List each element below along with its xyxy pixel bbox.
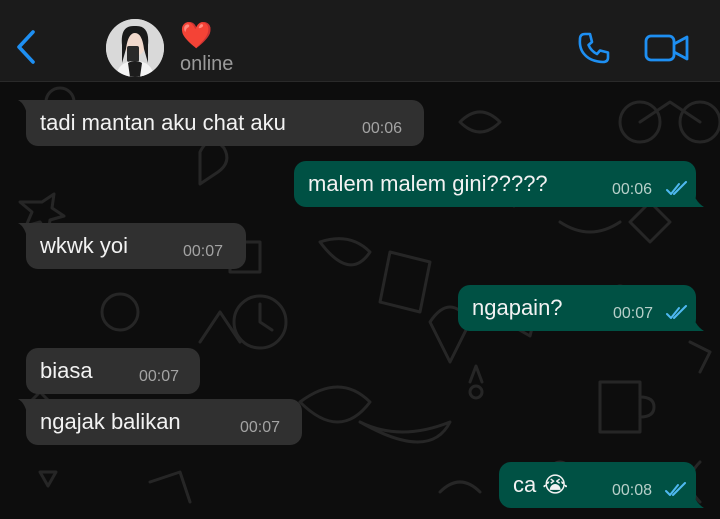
bubble-tail <box>684 488 704 508</box>
message-text: ca 😭 <box>513 472 569 497</box>
bubble-tail <box>18 223 38 243</box>
message-time: 00:07 <box>613 305 654 322</box>
phone-icon <box>578 32 610 64</box>
video-call-button[interactable] <box>642 28 692 68</box>
chat-screen: ❤️ online tadi mantan aku chat aku 00:06… <box>0 0 720 519</box>
message-incoming[interactable]: ngajak balikan 00:07 <box>18 399 302 445</box>
presence-status: online <box>180 53 234 75</box>
bubble-tail <box>18 399 38 419</box>
message-text: tadi mantan aku chat aku <box>40 110 286 135</box>
message-text: ngapain? <box>472 295 563 320</box>
message-incoming[interactable]: wkwk yoi 00:07 <box>18 223 246 269</box>
message-outgoing[interactable]: malem malem gini????? 00:06 <box>294 161 704 207</box>
message-outgoing[interactable]: ca 😭 00:08 <box>499 462 704 508</box>
chevron-left-icon <box>17 30 35 64</box>
message-incoming[interactable]: biasa 00:07 <box>26 348 200 394</box>
message-time: 00:07 <box>240 419 281 436</box>
avatar[interactable] <box>106 19 164 77</box>
message-time: 00:07 <box>183 243 224 260</box>
message-time: 00:06 <box>612 181 653 198</box>
message-text: ngajak balikan <box>40 409 181 434</box>
bubble-tail <box>18 100 38 120</box>
message-incoming[interactable]: tadi mantan aku chat aku 00:06 <box>18 100 424 146</box>
message-list[interactable]: tadi mantan aku chat aku 00:06 malem mal… <box>0 82 720 519</box>
message-text: wkwk yoi <box>40 233 129 258</box>
chat-header: ❤️ online <box>0 0 720 82</box>
read-receipt-icon <box>665 482 686 496</box>
message-outgoing[interactable]: ngapain? 00:07 <box>458 285 704 331</box>
message-time: 00:08 <box>612 482 653 499</box>
video-camera-icon <box>644 34 689 62</box>
read-receipt-icon <box>666 181 687 195</box>
back-button[interactable] <box>10 28 42 66</box>
voice-call-button[interactable] <box>574 28 614 68</box>
message-text: biasa <box>40 358 93 383</box>
message-text: malem malem gini????? <box>308 171 548 196</box>
contact-name[interactable]: ❤️ <box>180 20 212 50</box>
read-receipt-icon <box>666 305 687 319</box>
message-time: 00:06 <box>362 120 403 137</box>
message-time: 00:07 <box>139 368 180 385</box>
